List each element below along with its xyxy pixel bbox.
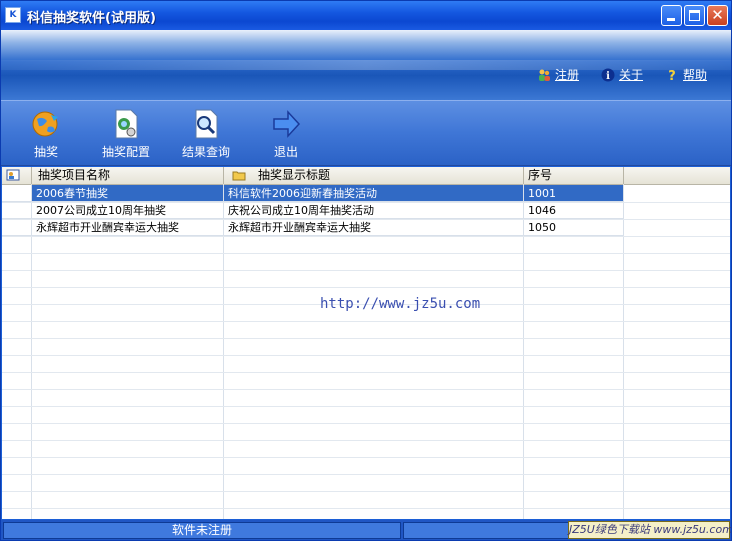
grid-line — [2, 253, 730, 254]
column-header-number[interactable]: 序号 — [524, 167, 624, 184]
grid-line — [2, 440, 730, 441]
search-document-icon — [195, 109, 218, 139]
status-registration: 软件未注册 — [3, 522, 401, 539]
title-bar[interactable]: K 科信抽奖软件(试用版) ✕ — [1, 1, 731, 30]
table-cell-title: 永辉超市开业酬宾幸运大抽奖 — [224, 219, 524, 236]
about-label: 关于 — [619, 68, 644, 82]
header-icon-column[interactable] — [2, 167, 32, 184]
grid-line — [2, 355, 730, 356]
register-link[interactable]: 注册 — [537, 66, 579, 83]
app-window: K 科信抽奖软件(试用版) ✕ 注册 i 关于 ? 帮助 抽奖 抽奖配置 结果查… — [0, 0, 732, 541]
grid-line — [2, 287, 730, 288]
exit-button[interactable]: 退出 — [251, 107, 321, 160]
user-key-icon — [6, 169, 20, 181]
config-button[interactable]: 抽奖配置 — [91, 107, 161, 160]
document-settings-icon — [115, 109, 138, 139]
grid-line — [2, 406, 730, 407]
svg-text:?: ? — [668, 69, 676, 82]
grid-line — [2, 321, 730, 322]
table-cell-blank — [2, 202, 32, 219]
table-cell-title: 科信软件2006迎新春抽奖活动 — [224, 185, 524, 202]
globe-icon — [32, 111, 58, 137]
grid-line — [2, 423, 730, 424]
table-cell-name: 2007公司成立10周年抽奖 — [32, 202, 224, 219]
list-header: 抽奖项目名称 抽奖显示标题 序号 — [2, 167, 730, 185]
table-cell-no: 1050 — [524, 219, 624, 236]
maximize-button[interactable] — [684, 5, 705, 26]
folder-icon — [232, 171, 246, 181]
table-cell-no: 1046 — [524, 202, 624, 219]
grid-line — [2, 202, 730, 203]
column-header-number-label: 序号 — [528, 168, 553, 182]
table-row[interactable]: 2006春节抽奖 科信软件2006迎新春抽奖活动 1001 — [2, 185, 730, 202]
table-cell-blank — [2, 219, 32, 236]
column-header-empty — [624, 167, 730, 184]
table-cell-title: 庆祝公司成立10周年抽奖活动 — [224, 202, 524, 219]
register-label: 注册 — [555, 68, 580, 82]
grid-line — [2, 372, 730, 373]
grid-line — [2, 474, 730, 475]
table-row[interactable]: 2007公司成立10周年抽奖 庆祝公司成立10周年抽奖活动 1046 — [2, 202, 730, 219]
maximize-icon — [689, 10, 700, 21]
column-header-name-label: 抽奖项目名称 — [38, 168, 111, 182]
header-banner: 注册 i 关于 ? 帮助 — [1, 30, 731, 100]
table-cell-name: 2006春节抽奖 — [32, 185, 224, 202]
column-header-title-label: 抽奖显示标题 — [258, 168, 331, 182]
table-cell-name: 永辉超市开业酬宾幸运大抽奖 — [32, 219, 224, 236]
site-badge: JZ5U绿色下载站 www.jz5u.com — [568, 521, 731, 539]
column-header-title[interactable]: 抽奖显示标题 — [224, 167, 524, 184]
grid-line — [2, 219, 730, 220]
query-label: 结果查询 — [181, 145, 230, 159]
watermark-url: http://www.jz5u.com — [320, 296, 481, 312]
info-icon: i — [601, 68, 615, 82]
table-row[interactable]: 永辉超市开业酬宾幸运大抽奖 永辉超市开业酬宾幸运大抽奖 1050 — [2, 219, 730, 236]
grid-line — [2, 508, 730, 509]
help-link[interactable]: ? 帮助 — [665, 66, 707, 83]
grid-line — [2, 457, 730, 458]
arrow-right-icon — [273, 110, 301, 138]
grid-line — [2, 491, 730, 492]
close-icon: ✕ — [711, 6, 724, 24]
window-title: 科信抽奖软件(试用版) — [27, 11, 156, 26]
grid-line — [2, 236, 730, 237]
about-link[interactable]: i 关于 — [601, 66, 643, 83]
help-icon: ? — [668, 69, 676, 82]
minimize-icon — [667, 18, 675, 21]
lottery-list[interactable]: 抽奖项目名称 抽奖显示标题 序号 2006春节抽奖 科信软件2006迎新春抽奖活动… — [2, 167, 730, 519]
query-button[interactable]: 结果查询 — [171, 107, 241, 160]
table-cell-blank — [2, 185, 32, 202]
app-icon: K — [5, 7, 21, 23]
grid-line — [2, 338, 730, 339]
main-toolbar: 抽奖 抽奖配置 结果查询 退出 — [1, 100, 731, 166]
draw-button[interactable]: 抽奖 — [11, 107, 81, 160]
table-cell-no: 1001 — [524, 185, 624, 202]
users-icon — [539, 69, 550, 81]
draw-label: 抽奖 — [33, 145, 58, 159]
minimize-button[interactable] — [661, 5, 682, 26]
exit-label: 退出 — [273, 145, 298, 159]
config-label: 抽奖配置 — [101, 145, 150, 159]
svg-text:i: i — [606, 71, 610, 82]
close-button[interactable]: ✕ — [707, 5, 728, 26]
grid-line — [2, 389, 730, 390]
column-header-name[interactable]: 抽奖项目名称 — [32, 167, 224, 184]
help-label: 帮助 — [683, 68, 708, 82]
grid-line — [2, 270, 730, 271]
